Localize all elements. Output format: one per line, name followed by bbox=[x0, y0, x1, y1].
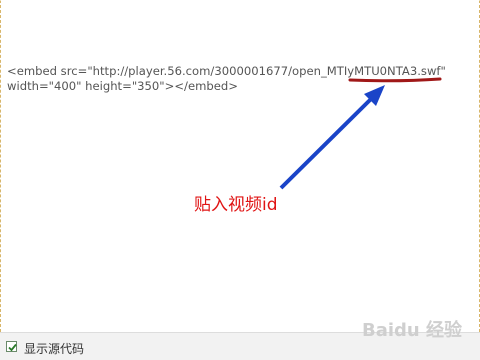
watermark: Baidu 经验 bbox=[361, 320, 462, 341]
arrow-shaft bbox=[279, 96, 374, 190]
annotation-text: 贴入视频id bbox=[194, 195, 278, 215]
arrow-icon bbox=[279, 77, 442, 190]
show-source-checkbox[interactable] bbox=[6, 341, 17, 352]
show-source-label[interactable]: 显示源代码 bbox=[24, 340, 84, 357]
id-underline bbox=[348, 77, 442, 83]
checkmark-icon bbox=[8, 343, 17, 352]
